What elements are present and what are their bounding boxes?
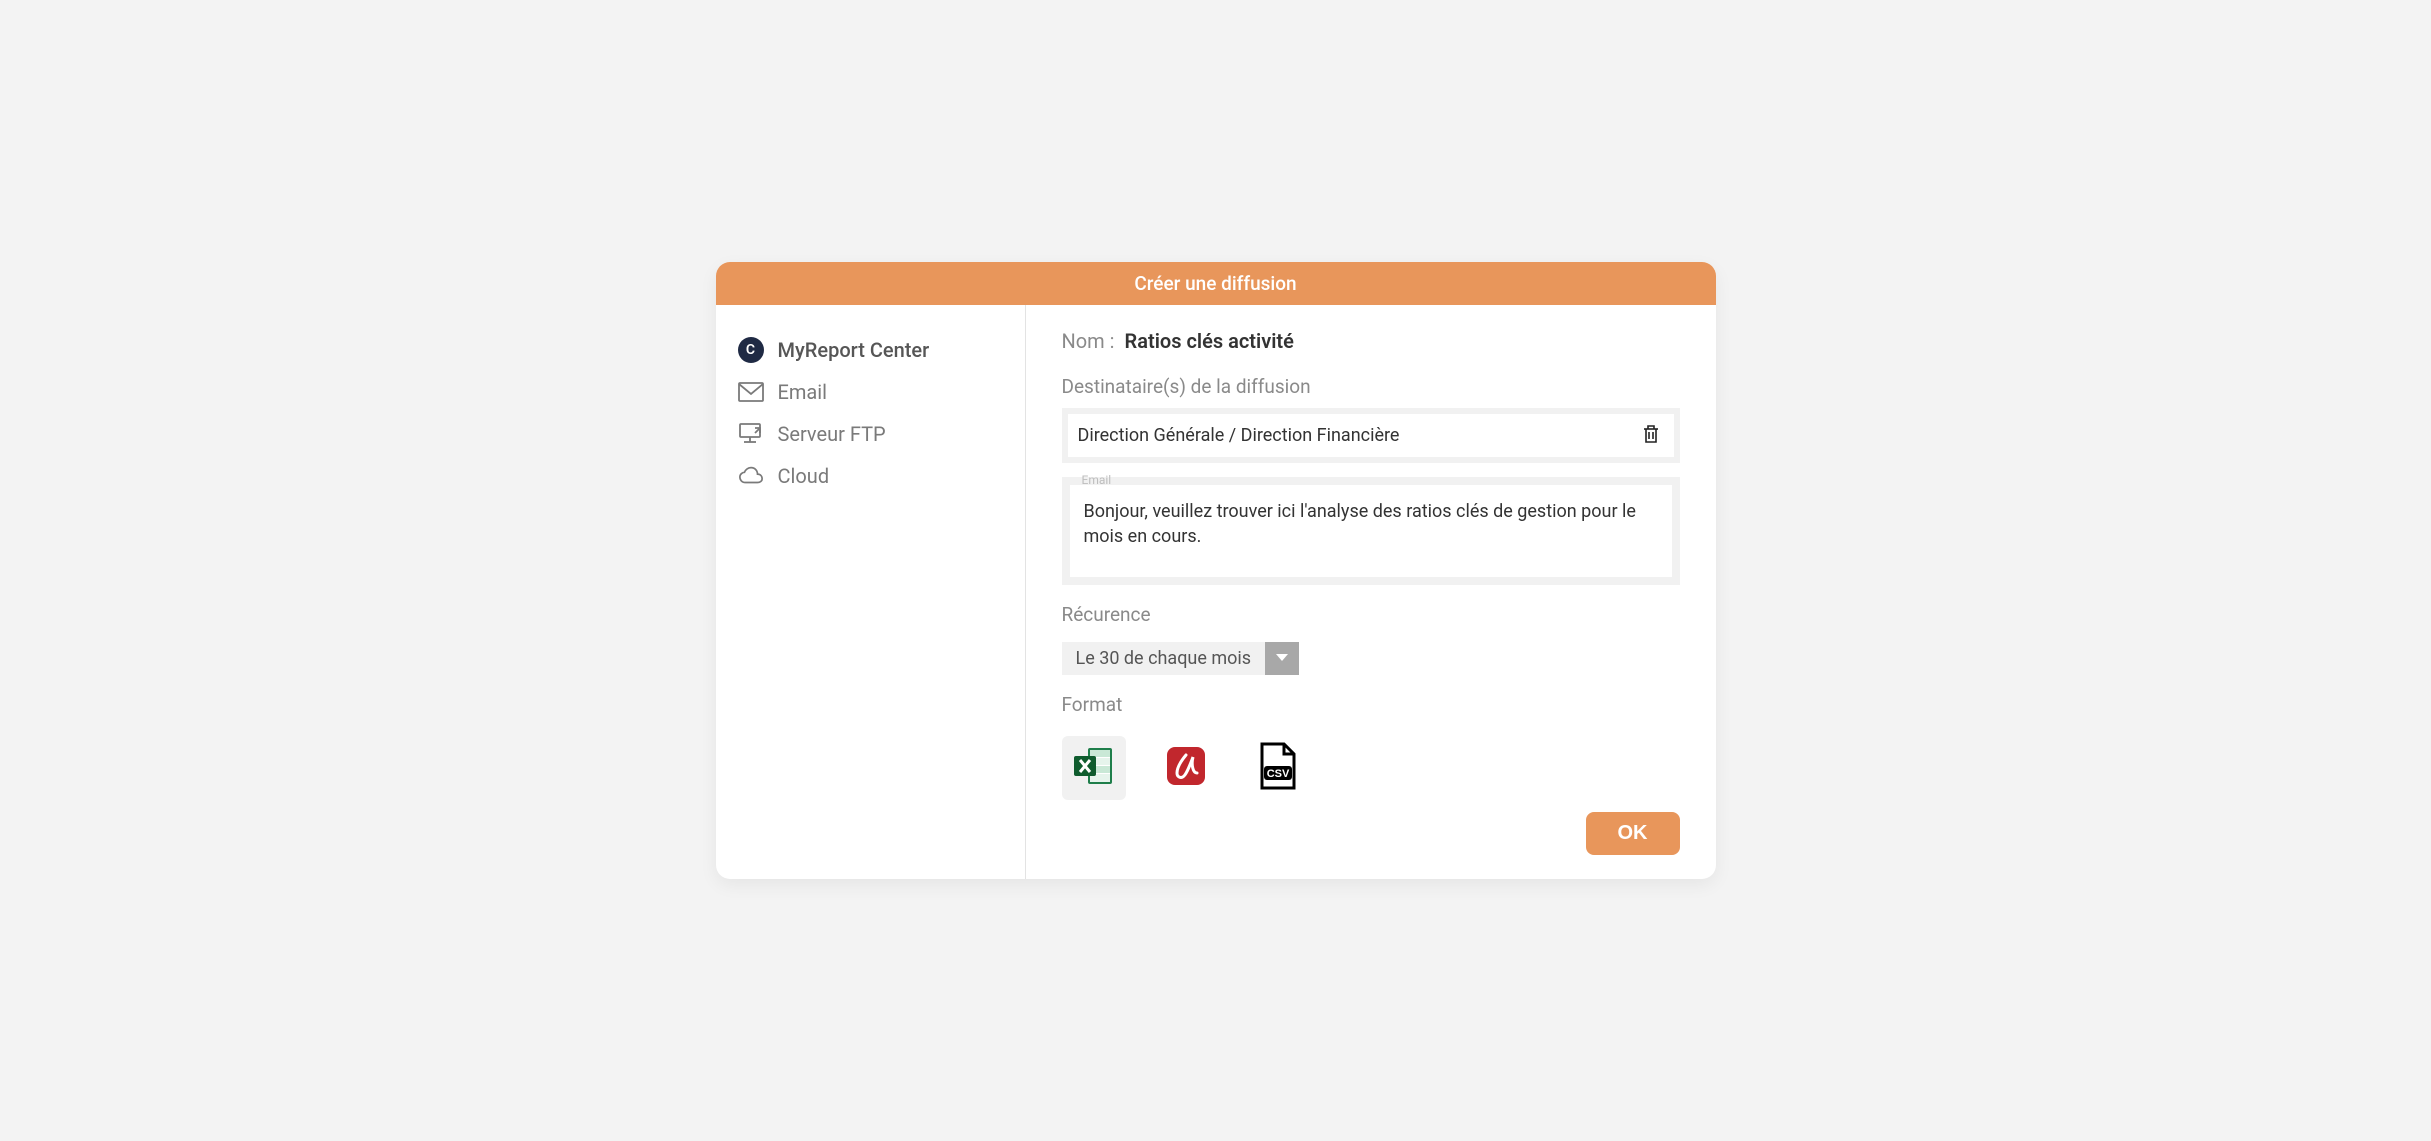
ftp-icon	[738, 421, 764, 447]
cloud-icon	[738, 463, 764, 489]
app-stage: Créer une diffusion C MyReport Center Em…	[437, 203, 1995, 939]
svg-text:CSV: CSV	[1266, 768, 1289, 780]
sidebar-item-label: Cloud	[778, 464, 830, 488]
recipient-field[interactable]: Direction Générale / Direction Financièr…	[1062, 408, 1680, 463]
recurrence-select[interactable]: Le 30 de chaque mois	[1062, 642, 1680, 675]
modal-title: Créer une diffusion	[716, 262, 1716, 305]
trash-icon	[1642, 432, 1660, 447]
format-label: Format	[1062, 693, 1680, 716]
recurrence-dropdown-button[interactable]	[1265, 642, 1299, 675]
pdf-icon	[1163, 743, 1209, 793]
format-options: CSV	[1062, 736, 1680, 800]
csv-icon: CSV	[1256, 742, 1300, 794]
name-row: Nom : Ratios clés activité	[1062, 329, 1680, 353]
sidebar-item-ftp[interactable]: Serveur FTP	[734, 413, 1007, 455]
chevron-down-icon	[1275, 651, 1289, 666]
sidebar: C MyReport Center Email	[716, 305, 1026, 879]
email-body-field-wrap: Email	[1062, 477, 1680, 585]
email-legend: Email	[1078, 473, 1116, 487]
recipients-label: Destinataire(s) de la diffusion	[1062, 375, 1680, 398]
modal-footer: OK	[1062, 800, 1680, 855]
main-panel: Nom : Ratios clés activité Destinataire(…	[1026, 305, 1716, 879]
delete-recipient-button[interactable]	[1638, 420, 1664, 451]
create-diffusion-modal: Créer une diffusion C MyReport Center Em…	[716, 262, 1716, 879]
ok-button[interactable]: OK	[1586, 812, 1680, 855]
format-option-csv[interactable]: CSV	[1246, 736, 1310, 800]
format-option-excel[interactable]	[1062, 736, 1126, 800]
c-badge-icon: C	[738, 337, 764, 363]
excel-icon	[1070, 742, 1118, 794]
recipient-value: Direction Générale / Direction Financièr…	[1078, 425, 1400, 446]
sidebar-item-myreport-center[interactable]: C MyReport Center	[734, 329, 1007, 371]
sidebar-item-label: Email	[778, 380, 828, 404]
format-option-pdf[interactable]	[1154, 736, 1218, 800]
sidebar-item-email[interactable]: Email	[734, 371, 1007, 413]
modal-body: C MyReport Center Email	[716, 305, 1716, 879]
email-body-input[interactable]	[1084, 499, 1658, 559]
mail-icon	[738, 379, 764, 405]
sidebar-item-label: Serveur FTP	[778, 422, 886, 446]
sidebar-item-cloud[interactable]: Cloud	[734, 455, 1007, 497]
sidebar-item-label: MyReport Center	[778, 338, 930, 362]
recurrence-value: Le 30 de chaque mois	[1062, 642, 1266, 675]
name-value: Ratios clés activité	[1125, 329, 1294, 353]
name-label: Nom :	[1062, 329, 1115, 353]
recurrence-label: Récurence	[1062, 603, 1680, 626]
